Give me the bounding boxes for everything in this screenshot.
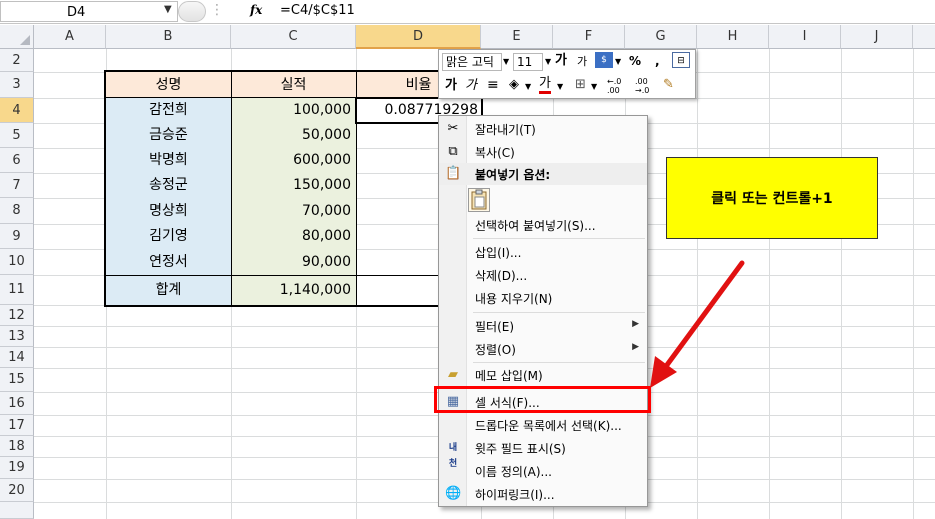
red-arrow <box>650 260 745 388</box>
